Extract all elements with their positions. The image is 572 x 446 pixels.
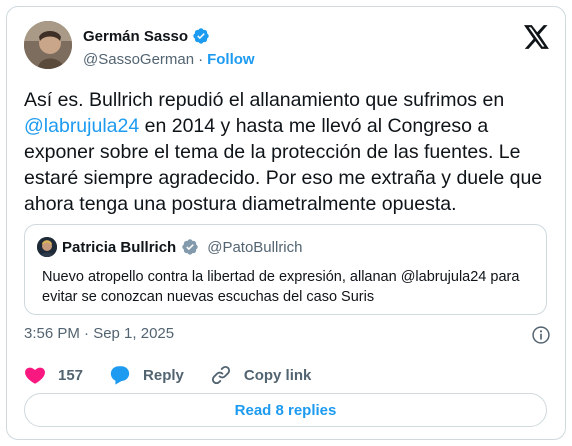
author-handle[interactable]: @SassoGerman <box>83 51 194 68</box>
tweet-text: Así es. Bullrich repudió el allanamiento… <box>24 87 554 217</box>
like-button[interactable]: 157 <box>24 364 83 386</box>
tweet-text-part1: Así es. Bullrich repudió el allanamiento… <box>24 89 505 111</box>
author-name[interactable]: Germán Sasso <box>83 28 188 45</box>
quoted-tweet[interactable]: Patricia Bullrich @PatoBullrich Nuevo at… <box>24 224 547 315</box>
action-bar: 157 Reply Copy link <box>24 363 337 387</box>
separator-dot: · <box>198 51 204 68</box>
author-avatar[interactable] <box>24 21 72 69</box>
reply-label: Reply <box>143 366 184 384</box>
quoted-tweet-text: Nuevo atropello contra la libertad de ex… <box>42 269 520 305</box>
info-icon[interactable] <box>531 325 551 345</box>
copy-link-button[interactable]: Copy link <box>210 364 312 386</box>
read-replies-button[interactable]: Read 8 replies <box>24 393 547 427</box>
reply-bubble-icon <box>110 366 130 385</box>
reply-button[interactable]: Reply <box>109 364 184 386</box>
quoted-author-handle: @PatoBullrich <box>207 238 303 256</box>
tweet-header: Germán Sasso @SassoGerman · Follow <box>24 21 550 71</box>
like-count: 157 <box>58 366 84 384</box>
quoted-tweet-header: Patricia Bullrich @PatoBullrich <box>37 237 303 257</box>
copy-link-label: Copy link <box>243 366 312 384</box>
quoted-author-name: Patricia Bullrich <box>62 238 177 256</box>
x-logo-icon[interactable] <box>524 25 550 49</box>
tweet-meta: 3:56 PM · Sep 1, 2025 <box>24 325 551 345</box>
follow-button[interactable]: Follow <box>207 51 255 68</box>
quoted-author-avatar <box>37 237 57 257</box>
mention-link[interactable]: @labrujula24 <box>24 115 139 137</box>
tweet-card: Germán Sasso @SassoGerman · Follow Así e… <box>6 6 566 440</box>
tweet-timestamp[interactable]: 3:56 PM · Sep 1, 2025 <box>24 325 174 342</box>
verified-badge-icon <box>193 28 209 44</box>
heart-icon <box>25 367 45 384</box>
verified-gray-badge-icon <box>182 239 198 255</box>
author-handle-row: @SassoGerman · Follow <box>83 51 255 68</box>
author-name-row: Germán Sasso <box>83 27 210 45</box>
link-icon <box>211 365 230 385</box>
